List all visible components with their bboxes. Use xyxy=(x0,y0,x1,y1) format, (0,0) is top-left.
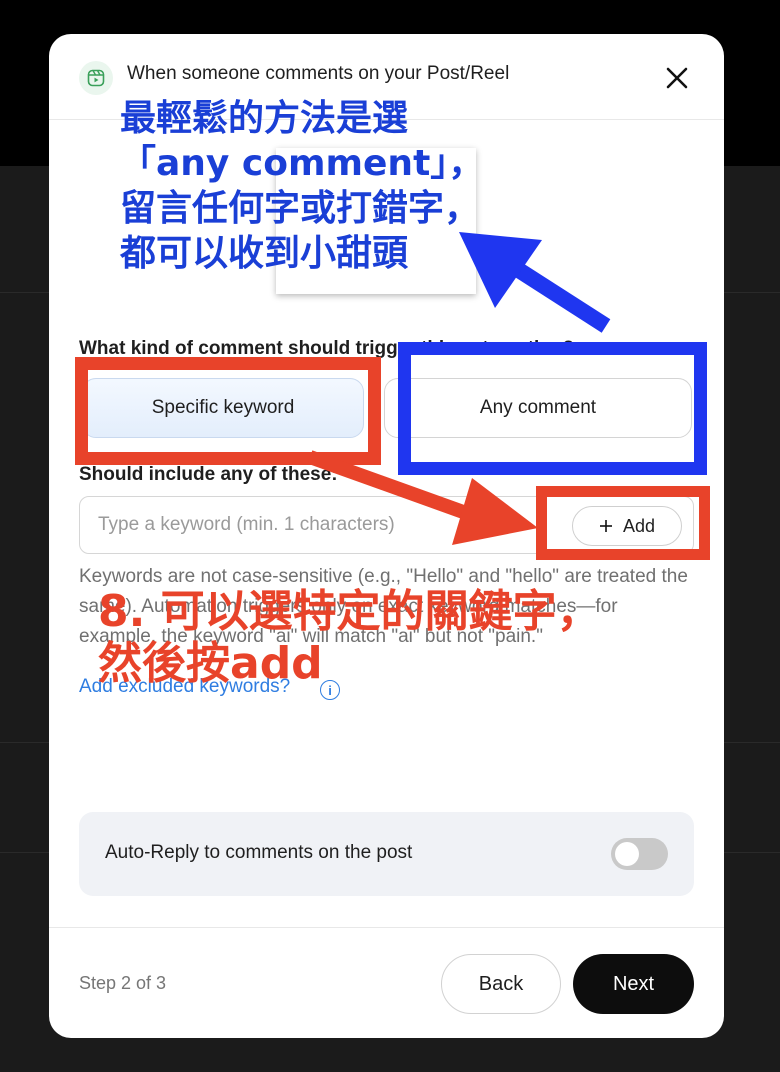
plus-icon xyxy=(599,520,612,532)
auto-reply-label: Auto-Reply to comments on the post xyxy=(105,842,413,863)
keywords-label: Should include any of these: xyxy=(79,464,338,485)
add-keyword-button[interactable]: Add xyxy=(572,506,682,546)
toggle-knob xyxy=(615,842,639,866)
add-label: Add xyxy=(622,515,656,536)
blue-annotation-line: 都可以收到小甜頭 xyxy=(120,233,409,274)
reel-icon xyxy=(79,61,113,95)
close-icon xyxy=(666,67,688,89)
auto-reply-panel: Auto-Reply to comments on the post xyxy=(79,812,694,896)
next-button[interactable]: Next xyxy=(573,954,694,1014)
blue-annotation-line: 留言任何字或打錯字， xyxy=(120,188,481,229)
back-button[interactable]: Back xyxy=(441,954,561,1014)
option-specific-keyword[interactable]: Specific keyword xyxy=(82,378,364,438)
blue-annotation-text: 最輕鬆的方法是選 「any comment」， 留言任何字或打錯字， 都可以收到… xyxy=(120,96,484,276)
dialog-title: When someone comments on your Post/Reel xyxy=(127,63,510,84)
auto-reply-toggle[interactable] xyxy=(611,838,668,870)
blue-annotation-line: 最輕鬆的方法是選 xyxy=(120,98,409,139)
dialog-footer: Step 2 of 3 Back Next xyxy=(49,927,724,1038)
blue-annotation-line: 「any comment」， xyxy=(120,143,485,184)
close-button[interactable] xyxy=(659,60,695,96)
trigger-question: What kind of comment should trigger this… xyxy=(79,338,575,359)
red-annotation-line: 8. 可以選特定的關鍵字， xyxy=(98,586,601,637)
red-annotation-line: 然後按add xyxy=(98,638,323,689)
step-indicator: Step 2 of 3 xyxy=(79,973,167,993)
option-any-comment[interactable]: Any comment xyxy=(384,378,692,438)
red-annotation-text: 8. 可以選特定的關鍵字， 然後按add xyxy=(98,586,601,690)
